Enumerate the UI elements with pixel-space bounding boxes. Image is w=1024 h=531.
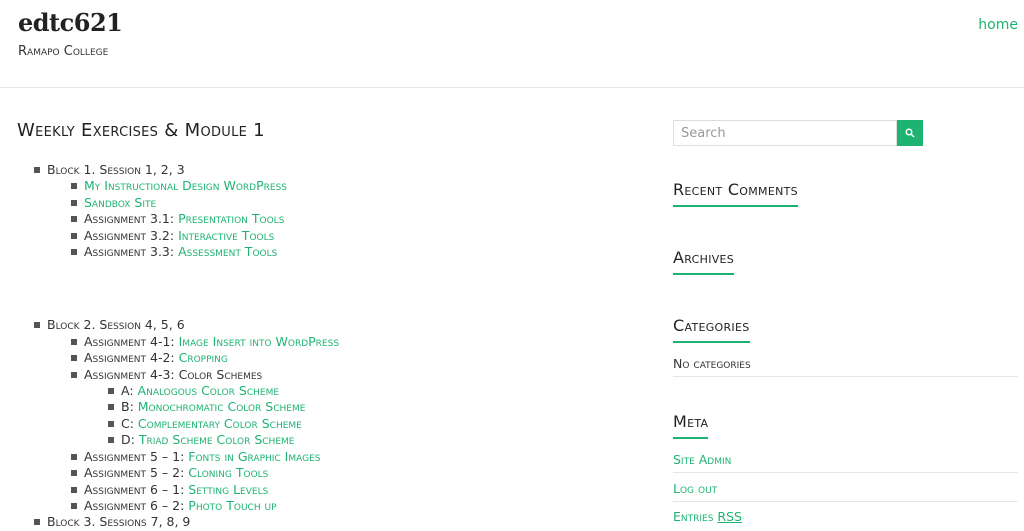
list-item: Assignment 5 – 2: Cloning Tools <box>47 465 637 481</box>
item-link[interactable]: Image Insert into WordPress <box>179 334 339 349</box>
main-content: Weekly Exercises & Module 1 Block 1. Ses… <box>17 120 637 531</box>
list-item: Assignment 4-3: Color Schemes A: Analogo… <box>47 367 637 449</box>
rss-abbr: RSS <box>717 509 742 524</box>
list-item: A: Analogous Color Scheme <box>84 383 637 399</box>
item-prefix: D: <box>121 432 139 448</box>
widget-title: Meta <box>673 412 709 439</box>
item-prefix: Assignment 4-1: <box>84 333 179 349</box>
block-1-sublist: My Instructional Design WordPress Sandbo… <box>47 178 637 260</box>
list-item: Assignment 6 – 2: Photo Touch up <box>47 498 637 514</box>
item-link[interactable]: Cropping <box>179 350 228 365</box>
list-item: Assignment 4-2: Cropping <box>47 350 637 366</box>
list-item: Assignment 4-1: Image Insert into WordPr… <box>47 334 637 350</box>
block-label: Block 3. Sessions 7, 8, 9 <box>47 514 191 530</box>
item-prefix: Assignment 3.3: <box>84 244 179 260</box>
item-link[interactable]: My Instructional Design WordPress <box>84 178 287 193</box>
widget-title: Categories <box>673 316 750 343</box>
list-item: Assignment 5 – 1: Fonts in Graphic Image… <box>47 449 637 465</box>
block-3-item: Block 3. Sessions 7, 8, 9 <box>17 514 637 530</box>
page-title: Weekly Exercises & Module 1 <box>17 120 265 141</box>
color-scheme-sublist: A: Analogous Color Scheme B: Monochromat… <box>84 383 637 449</box>
list-item: B: Monochromatic Color Scheme <box>84 399 637 415</box>
item-prefix: B: <box>121 399 138 415</box>
site-header: edtc621 Ramapo College home <box>0 0 1024 88</box>
item-link[interactable]: Fonts in Graphic Images <box>188 449 320 464</box>
item-prefix: A: <box>121 383 138 399</box>
item-link[interactable]: Presentation Tools <box>178 211 284 226</box>
item-prefix: Assignment 4-2: <box>84 350 179 366</box>
block-1-item: Block 1. Session 1, 2, 3 My Instructiona… <box>17 162 637 260</box>
item-link[interactable]: Sandbox Site <box>84 195 156 210</box>
item-prefix: Assignment 6 – 2: <box>84 497 189 513</box>
item-link[interactable]: Interactive Tools <box>178 228 274 243</box>
item-prefix: Assignment 3.2: <box>84 227 179 243</box>
list-item: Assignment 3.1: Presentation Tools <box>47 211 637 227</box>
block-label: Block 1. Session 1, 2, 3 <box>47 162 185 177</box>
item-link[interactable]: Triad Scheme Color Scheme <box>139 432 295 447</box>
item-link[interactable]: Setting Levels <box>188 482 268 497</box>
categories-widget: Categories <box>673 316 750 343</box>
item-link[interactable]: Assessment Tools <box>178 244 277 259</box>
site-title[interactable]: edtc621 <box>18 8 123 37</box>
list-item: Assignment 3.2: Interactive Tools <box>47 228 637 244</box>
block-label: Block 2. Session 4, 5, 6 <box>47 317 185 333</box>
list-item: Assignment 3.3: Assessment Tools <box>47 244 637 260</box>
list-item: My Instructional Design WordPress <box>47 178 637 194</box>
meta-widget: Meta <box>673 412 709 439</box>
block-1-list: Block 1. Session 1, 2, 3 My Instructiona… <box>17 162 637 260</box>
nav-home-link[interactable]: home <box>978 17 1018 33</box>
recent-comments-widget: Recent Comments <box>673 180 798 207</box>
search-icon <box>905 128 915 138</box>
divider <box>673 376 1018 377</box>
item-link[interactable]: Photo Touch up <box>188 498 276 513</box>
list-item: D: Triad Scheme Color Scheme <box>84 432 637 448</box>
item-prefix: Assignment 4-3: Color Schemes <box>84 366 263 382</box>
meta-link-log-out[interactable]: Log out <box>673 481 717 496</box>
search-form <box>673 120 923 146</box>
divider <box>673 472 1018 473</box>
item-link[interactable]: Monochromatic Color Scheme <box>138 399 306 414</box>
list-item: Sandbox Site <box>47 195 637 211</box>
list-item: C: Complementary Color Scheme <box>84 416 637 432</box>
item-prefix: C: <box>121 415 138 431</box>
sidebar: Recent Comments Archives Categories No c… <box>673 120 1018 524</box>
meta-link-entries-rss[interactable]: Entries RSS <box>673 509 742 524</box>
search-button[interactable] <box>897 120 923 146</box>
site-description: Ramapo College <box>18 44 109 59</box>
item-prefix: Assignment 6 – 1: <box>84 481 189 497</box>
item-prefix: Assignment 5 – 1: <box>84 448 189 464</box>
archives-widget: Archives <box>673 248 735 275</box>
meta-link-site-admin[interactable]: Site Admin <box>673 452 731 467</box>
item-link[interactable]: Analogous Color Scheme <box>138 383 280 398</box>
categories-empty: No categories <box>673 356 751 371</box>
divider <box>673 501 1018 502</box>
search-input[interactable] <box>673 120 897 146</box>
entries-label: Entries <box>673 509 718 524</box>
widget-title: Recent Comments <box>673 180 798 207</box>
block-2-item: Block 2. Session 4, 5, 6 Assignment 4-1:… <box>17 317 637 514</box>
widget-title: Archives <box>673 248 735 275</box>
list-item: Assignment 6 – 1: Setting Levels <box>47 482 637 498</box>
block-2-sublist: Assignment 4-1: Image Insert into WordPr… <box>47 334 637 514</box>
item-link[interactable]: Cloning Tools <box>188 465 268 480</box>
block-2-list: Block 2. Session 4, 5, 6 Assignment 4-1:… <box>17 317 637 530</box>
item-link[interactable]: Complementary Color Scheme <box>138 416 302 431</box>
item-prefix: Assignment 3.1: <box>84 211 179 227</box>
item-prefix: Assignment 5 – 2: <box>84 465 189 481</box>
